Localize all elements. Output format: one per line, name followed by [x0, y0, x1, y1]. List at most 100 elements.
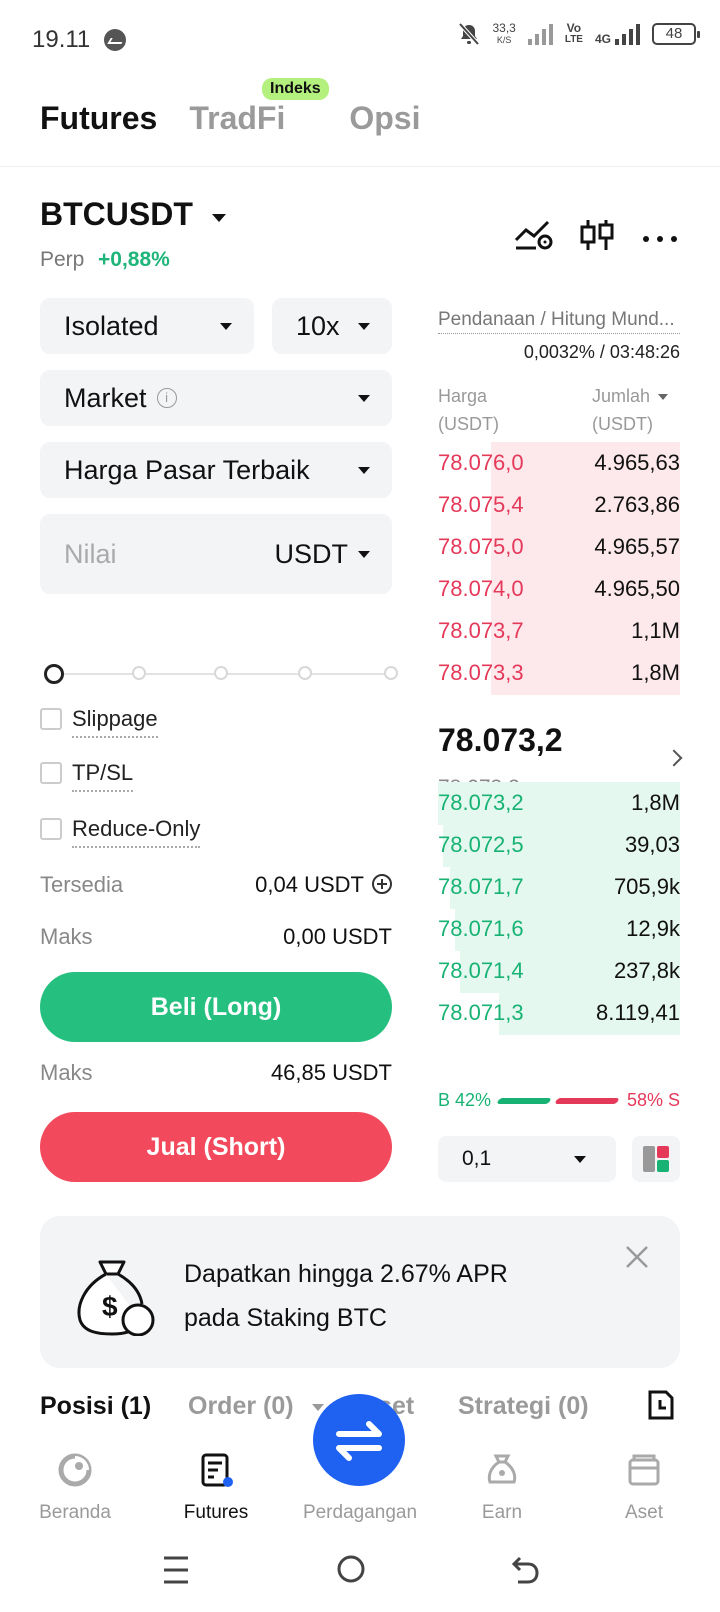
nav-aset[interactable]: Aset — [574, 1426, 714, 1524]
bid-row[interactable]: 78.071,3 8.119,41 — [438, 992, 680, 1035]
ask-price: 78.074,0 — [438, 576, 524, 601]
tpsl-label[interactable]: TP/SL — [72, 760, 134, 792]
bid-row[interactable]: 78.071,7 705,9k — [438, 866, 680, 909]
value-field[interactable]: Nilai USDT — [40, 514, 392, 594]
precision-value: 0,1 — [462, 1147, 492, 1170]
layout-green-block — [657, 1160, 669, 1172]
buy-ratio: B 42% — [438, 1090, 492, 1110]
sell-ratio-bar — [554, 1098, 620, 1104]
sort-caret-icon[interactable] — [658, 394, 669, 400]
mobile-signal: 4G — [595, 23, 640, 45]
available-value: 0,04 USDT — [255, 872, 364, 897]
menu-icon[interactable] — [162, 1554, 190, 1586]
margin-mode-select[interactable]: Isolated — [40, 298, 254, 354]
bid-qty: 8.119,41 — [595, 1000, 680, 1025]
more-icon[interactable] — [640, 218, 680, 252]
buy-long-button[interactable]: Beli (Long) — [40, 972, 392, 1042]
reduce-only-label[interactable]: Reduce-Only — [72, 816, 201, 848]
slippage-checkbox[interactable] — [40, 708, 62, 730]
nav-earn[interactable]: Earn — [432, 1426, 572, 1524]
close-icon[interactable] — [624, 1244, 650, 1270]
ask-qty: 1,1M — [631, 618, 680, 643]
history-icon[interactable] — [646, 1388, 676, 1422]
bid-row[interactable]: 78.071,4 237,8k — [438, 950, 680, 993]
volte-top: Vo — [566, 21, 582, 35]
value-input[interactable]: Nilai — [64, 539, 117, 570]
slider-handle[interactable] — [44, 664, 64, 684]
ask-row[interactable]: 78.074,0 4.965,50 — [438, 568, 680, 611]
leverage-select[interactable]: 10x — [272, 298, 392, 354]
trade-fab-button[interactable] — [313, 1394, 405, 1486]
nav-futures[interactable]: Futures — [146, 1426, 286, 1524]
ask-qty: 4.965,63 — [594, 450, 680, 475]
last-price: 78.073,2 — [438, 722, 563, 758]
available-label: Tersedia — [40, 872, 124, 897]
tab-positions[interactable]: Posisi (1) — [40, 1392, 151, 1421]
bid-row[interactable]: 78.073,2 1,8M — [438, 782, 680, 825]
ask-row[interactable]: 78.076,0 4.965,63 — [438, 442, 680, 485]
home-button-icon[interactable] — [336, 1554, 366, 1584]
bid-row[interactable]: 78.072,5 39,03 — [438, 824, 680, 867]
ask-row[interactable]: 78.075,4 2.763,86 — [438, 484, 680, 527]
slider-step-25[interactable] — [132, 666, 146, 680]
price-mode-select[interactable]: Harga Pasar Terbaik — [40, 442, 392, 498]
qty-unit: (USDT) — [592, 414, 653, 434]
layout-grey-block — [643, 1146, 655, 1172]
nav-beranda-label: Beranda — [39, 1502, 111, 1523]
tab-tradfi[interactable]: TradFi — [189, 100, 285, 137]
tpsl-checkbox[interactable] — [40, 762, 62, 784]
buy-ratio-bar — [496, 1098, 552, 1104]
tab-opsi[interactable]: Opsi — [349, 100, 420, 137]
margin-mode-value: Isolated — [64, 310, 159, 341]
order-type-select[interactable]: Market i — [40, 370, 392, 426]
slippage-label[interactable]: Slippage — [72, 706, 158, 738]
network-speed: 33,3 K/S — [492, 22, 515, 46]
ask-row[interactable]: 78.075,0 4.965,57 — [438, 526, 680, 569]
messenger-icon — [104, 29, 126, 51]
speed-unit: K/S — [496, 35, 512, 45]
tab-strategy[interactable]: Strategi (0) — [458, 1392, 589, 1421]
chevron-down-icon — [358, 323, 370, 330]
header-divider — [0, 166, 720, 167]
ask-row[interactable]: 78.073,3 1,8M — [438, 652, 680, 695]
chevron-down-icon — [574, 1156, 586, 1163]
price-column-header: Harga (USDT) — [438, 382, 499, 438]
banner-line-2: pada Staking BTC — [184, 1304, 387, 1332]
info-icon[interactable]: i — [156, 388, 177, 408]
pair-dropdown-icon[interactable] — [212, 214, 226, 222]
notifications-off-icon — [458, 22, 480, 46]
ask-qty: 2.763,86 — [594, 492, 680, 517]
sell-short-button[interactable]: Jual (Short) — [40, 1112, 392, 1182]
bid-price: 78.071,7 — [438, 874, 524, 899]
slider-step-100[interactable] — [384, 666, 398, 680]
pnl-chart-icon[interactable] — [514, 218, 554, 252]
slider-step-75[interactable] — [298, 666, 312, 680]
value-unit-select[interactable]: USDT — [275, 539, 349, 570]
chevron-right-icon[interactable] — [665, 749, 683, 767]
ask-qty: 4.965,50 — [594, 576, 680, 601]
bid-qty: 705,9k — [613, 874, 680, 899]
back-icon[interactable] — [510, 1554, 540, 1586]
add-funds-icon[interactable] — [372, 874, 392, 894]
bid-price: 78.072,5 — [438, 832, 524, 857]
staking-banner[interactable]: $ Dapatkan hingga 2.67% APR pada Staking… — [40, 1216, 680, 1368]
bid-row[interactable]: 78.071,6 12,9k — [438, 908, 680, 951]
candlestick-chart-icon[interactable] — [578, 218, 618, 252]
tab-futures[interactable]: Futures — [40, 100, 157, 137]
nav-beranda[interactable]: Beranda — [5, 1426, 145, 1524]
pair-symbol[interactable]: BTCUSDT — [40, 196, 193, 233]
qty-column-header[interactable]: Jumlah (USDT) — [592, 382, 669, 438]
qty-header: Jumlah — [592, 386, 651, 406]
slider-step-50[interactable] — [214, 666, 228, 680]
ask-row[interactable]: 78.073,7 1,1M — [438, 610, 680, 653]
order-type-value: Market — [64, 382, 147, 413]
funding-rate-label[interactable]: Pendanaan / Hitung Mund... — [438, 309, 680, 334]
orderbook-layout-button[interactable] — [632, 1136, 680, 1182]
layout-red-block — [657, 1146, 669, 1158]
precision-select[interactable]: 0,1 — [438, 1136, 616, 1182]
earn-icon — [487, 1454, 517, 1484]
tab-orders[interactable]: Order (0) — [188, 1392, 294, 1421]
reduce-only-checkbox[interactable] — [40, 818, 62, 840]
bid-qty: 1,8M — [631, 790, 680, 815]
chevron-down-icon — [358, 551, 370, 558]
